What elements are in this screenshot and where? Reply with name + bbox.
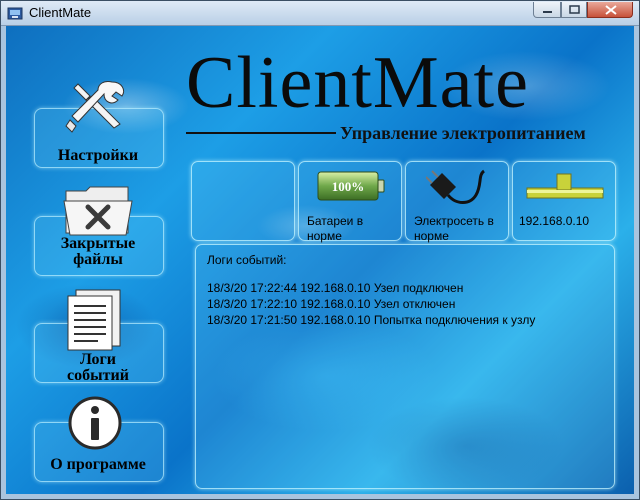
sidebar-item-label[interactable]: Логи событий [54,352,142,384]
status-tile-node: 192.168.0.10 [512,161,616,241]
power-status-text: Электросеть в норме [414,214,494,243]
log-entry: 18/3/20 17:21:50 192.168.0.10 Попытка по… [207,313,536,327]
minimize-icon [543,11,552,13]
app-subtitle: Управление электропитанием [340,123,586,143]
app-icon [7,5,23,21]
power-plug-icon [425,165,490,214]
documents-icon[interactable] [64,288,126,357]
logo-divider [186,132,336,134]
event-log-title: Логи событий: [207,253,287,267]
event-log-panel[interactable]: Логи событий: 18/3/20 17:22:44 192.168.0… [195,244,615,489]
battery-percent: 100% [331,179,365,194]
close-icon [605,5,617,15]
title-bar[interactable]: ClientMate [1,1,639,26]
network-node-icon [525,172,605,211]
info-icon[interactable] [67,395,123,456]
node-status-text: 192.168.0.10 [519,214,590,228]
tools-icon[interactable] [64,76,130,143]
status-tile-battery: 100% Батареи в норме [298,161,402,243]
log-entry: 18/3/20 17:22:44 192.168.0.10 Узел подкл… [207,281,464,295]
app-window: ClientMate ClientMate Управление электро… [0,0,640,500]
status-tile-empty [191,161,295,241]
sidebar-item-label[interactable]: О программе [34,457,162,473]
log-entry: 18/3/20 17:22:10 192.168.0.10 Узел отклю… [207,297,456,311]
maximize-icon [569,5,580,14]
battery-status-text: Батареи в норме [307,214,364,243]
sidebar-item-label[interactable]: Закрытые файлы [34,236,162,268]
app-logo: ClientMate [186,42,529,124]
client-area: ClientMate Управление электропитанием На… [6,26,634,494]
maximize-button[interactable] [561,2,587,18]
sidebar-item-label[interactable]: Настройки [34,148,162,164]
window-title: ClientMate [29,5,92,20]
close-button[interactable] [587,2,633,18]
minimize-button[interactable] [533,2,561,18]
status-tile-power: Электросеть в норме [405,161,509,243]
